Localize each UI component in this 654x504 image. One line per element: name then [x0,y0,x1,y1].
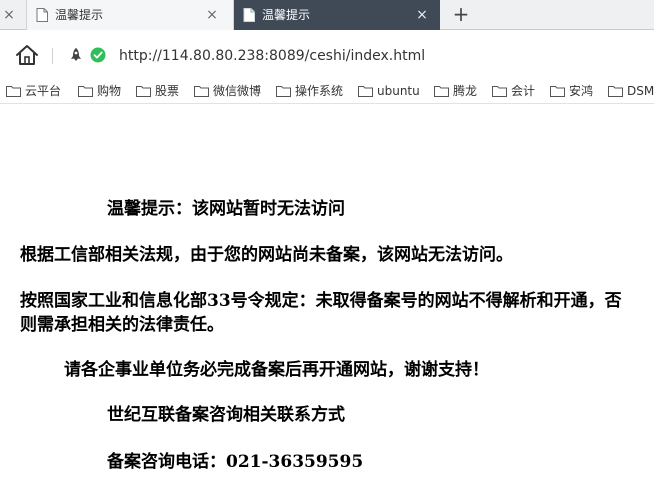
folder-icon [358,86,373,97]
contact-phone: 备案咨询电话：021-36359595 [107,452,364,472]
tab-active[interactable]: 温馨提示 × [234,0,440,30]
close-icon[interactable]: × [415,0,429,30]
navigation-bar: http://114.80.80.238:8089/ceshi/index.ht… [0,30,654,80]
tab-inactive[interactable]: 温馨提示 × [26,0,234,30]
folder-icon [550,86,565,97]
notice-heading: 温馨提示：该网站暂时无法访问 [107,199,345,219]
tab-partial[interactable]: × [0,0,26,30]
tab-title: 温馨提示 [262,8,311,22]
bookmark-label: 云平台 [25,84,62,98]
folder-icon [608,86,623,97]
bookmark-label: 股票 [155,84,180,98]
bookmarks-bar: 云平台 购物 股票 微信微博 操作系统 ubuntu 腾龙 会计 安鸿 DSM [0,80,654,104]
bookmark-label: 购物 [97,84,122,98]
bookmark-label: 会计 [511,84,536,98]
bookmark-label: DSM [627,84,654,98]
bookmark-label: 安鸿 [569,84,594,98]
tab-strip: × 温馨提示 × 温馨提示 × + [0,0,654,30]
folder-icon [78,86,93,97]
notice-paragraph: 根据工信部相关法规，由于您的网站尚未备案，该网站无法访问。 [20,245,513,265]
close-icon[interactable]: × [2,0,16,30]
folder-icon [136,86,151,97]
tab-title: 温馨提示 [55,8,104,22]
shield-check-icon[interactable] [90,47,106,63]
close-icon[interactable]: × [205,0,219,30]
rocket-icon[interactable] [68,47,84,63]
folder-icon [194,86,209,97]
toolbar-separator [52,48,53,64]
folder-icon [276,86,291,97]
page-icon [243,8,255,22]
folder-icon [434,86,449,97]
home-icon[interactable] [15,44,39,66]
bookmark-label: 腾龙 [453,84,478,98]
bookmark-label: ubuntu [377,84,420,98]
bookmark-label: 微信微博 [213,84,262,98]
contact-title: 世纪互联备案咨询相关联系方式 [107,405,345,425]
bookmark-label: 操作系统 [295,84,344,98]
folder-icon [492,86,507,97]
notice-paragraph: 按照国家工业和信息化部33号令规定：未取得备案号的网站不得解析和开通，否则需承担… [20,291,622,335]
folder-icon [6,86,21,97]
page-icon [36,8,48,22]
page-content: 温馨提示：该网站暂时无法访问 根据工信部相关法规，由于您的网站尚未备案，该网站无… [0,104,654,504]
address-bar-url[interactable]: http://114.80.80.238:8089/ceshi/index.ht… [119,47,425,65]
new-tab-button[interactable]: + [444,0,478,30]
notice-paragraph: 请各企事业单位务必完成备案后再开通网站，谢谢支持！ [64,360,489,380]
